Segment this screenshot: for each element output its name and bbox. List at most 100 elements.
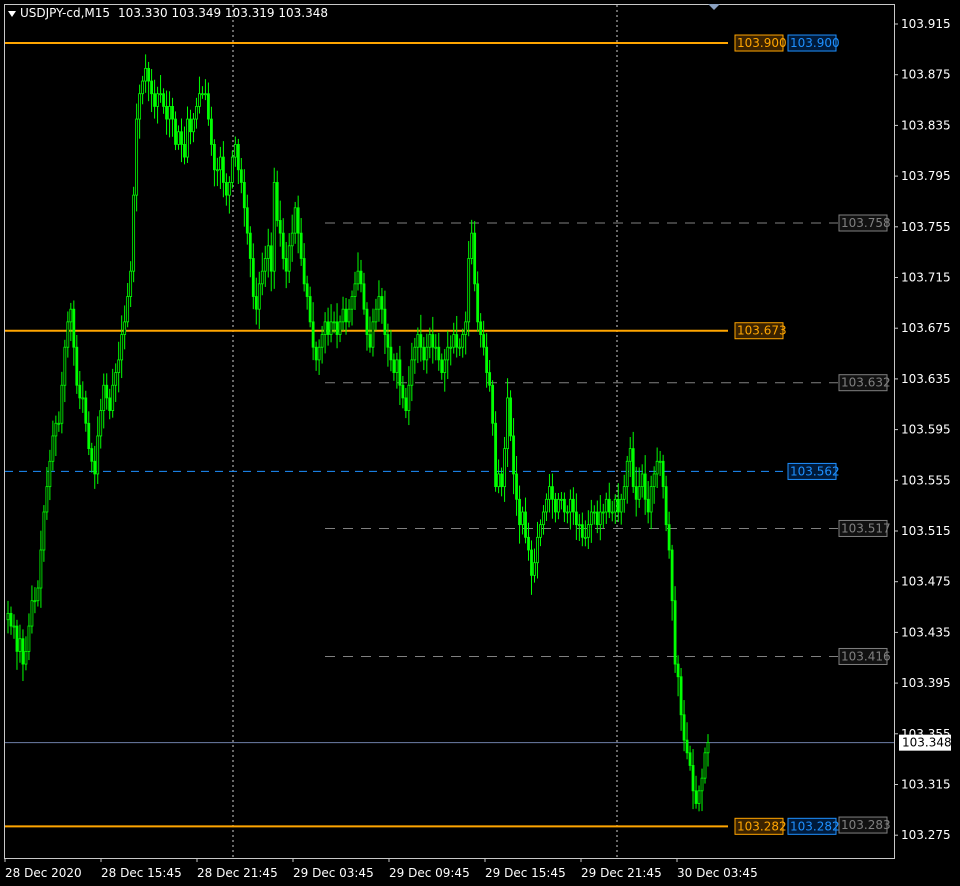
candle-body	[694, 790, 698, 804]
candle-body	[180, 131, 183, 145]
candle-body	[557, 498, 560, 513]
chart-root[interactable]: USDJPY-cd,M15 103.330 103.349 103.319 103…	[0, 0, 960, 886]
candle-body	[132, 194, 136, 272]
candle-body	[114, 372, 118, 386]
candle-body	[560, 498, 563, 501]
candle-body	[287, 245, 291, 272]
candle-body	[263, 258, 267, 272]
candle-body	[539, 524, 542, 538]
candle-body	[512, 435, 515, 475]
candle-body	[15, 625, 19, 652]
candle-body	[377, 296, 381, 310]
candle-body	[548, 486, 551, 500]
price-tag-label: 103.562	[790, 464, 840, 478]
y-tick-label: 103.675	[901, 321, 951, 335]
candle-body	[108, 397, 112, 411]
y-tick-label: 103.435	[901, 625, 951, 639]
candle-body	[159, 93, 162, 96]
candle-body	[482, 334, 486, 348]
candle-body	[371, 321, 375, 348]
candle-body	[341, 308, 345, 323]
candle-body	[488, 372, 492, 386]
candle-body	[21, 638, 25, 665]
candle-body	[610, 511, 614, 514]
candle-body	[401, 384, 405, 399]
candle-body	[613, 498, 617, 513]
candle-body	[425, 346, 429, 361]
candle-body	[192, 118, 195, 133]
candle-body	[135, 118, 139, 196]
candle-body	[670, 549, 674, 602]
candle-body	[311, 321, 315, 348]
y-tick-label: 103.595	[901, 423, 951, 437]
candle-body	[344, 308, 348, 323]
candle-body	[84, 397, 88, 424]
candle-body	[266, 245, 270, 259]
candle-body	[144, 67, 148, 82]
price-tag-label: 103.673	[737, 324, 787, 338]
candle-body	[398, 359, 402, 386]
candle-body	[138, 93, 142, 120]
candle-body	[33, 600, 37, 603]
candle-body	[464, 321, 468, 335]
candle-body	[347, 308, 351, 323]
candle-body	[326, 321, 330, 335]
candle-body	[554, 498, 557, 513]
x-tick-label: 29 Dec 21:45	[581, 866, 662, 880]
candle-body	[703, 752, 707, 779]
candle-body	[284, 258, 288, 272]
candle-body	[476, 283, 480, 323]
y-tick-label: 103.315	[901, 777, 951, 791]
candle-body	[637, 486, 641, 500]
candle-body	[607, 498, 611, 513]
candle-body	[177, 131, 180, 145]
candle-body	[245, 207, 249, 234]
candle-body	[571, 498, 575, 513]
candle-body	[18, 638, 22, 652]
candle-body	[168, 105, 171, 120]
candle-body	[518, 498, 521, 526]
candle-body	[446, 346, 450, 361]
candle-body	[500, 473, 503, 488]
price-tag-label: 103.282	[737, 819, 787, 833]
price-tag-label: 103.632	[841, 376, 891, 390]
candle-body	[314, 346, 318, 361]
candle-body	[536, 536, 539, 564]
candle-body	[419, 334, 423, 348]
candle-body	[78, 384, 82, 399]
scroll-marker-icon	[708, 4, 720, 10]
candle-body	[81, 397, 85, 400]
candle-body	[242, 182, 246, 209]
candle-body	[353, 283, 357, 297]
candle-body	[248, 232, 252, 259]
candle-body	[153, 93, 156, 107]
candle-body	[706, 742, 710, 754]
y-tick-label: 103.515	[901, 524, 951, 538]
y-tick-label: 103.835	[901, 118, 951, 132]
candle-body	[700, 777, 704, 792]
candle-body	[568, 498, 572, 513]
candle-body	[320, 334, 324, 348]
y-tick-label: 103.715	[901, 271, 951, 285]
candle-body	[338, 321, 342, 335]
candle-body	[102, 384, 106, 411]
price-tag-label: 103.283	[841, 818, 891, 832]
candle-body	[156, 93, 159, 107]
candle-body	[649, 486, 653, 513]
candle-body	[368, 334, 372, 348]
price-tag-label: 103.900	[737, 36, 787, 50]
candle-body	[72, 308, 76, 348]
candle-body	[592, 511, 596, 514]
candle-body	[580, 524, 584, 538]
candle-body	[586, 524, 590, 538]
candle-body	[628, 448, 632, 462]
candle-body	[655, 460, 659, 475]
candle-body	[213, 144, 216, 171]
candle-body	[497, 473, 500, 488]
y-tick-label: 103.555	[901, 473, 951, 487]
candle-body	[422, 346, 426, 361]
price-tag-label: 103.900	[790, 36, 840, 50]
candle-body	[227, 182, 231, 196]
candle-body	[323, 321, 327, 335]
current-price-label: 103.348	[902, 736, 952, 750]
